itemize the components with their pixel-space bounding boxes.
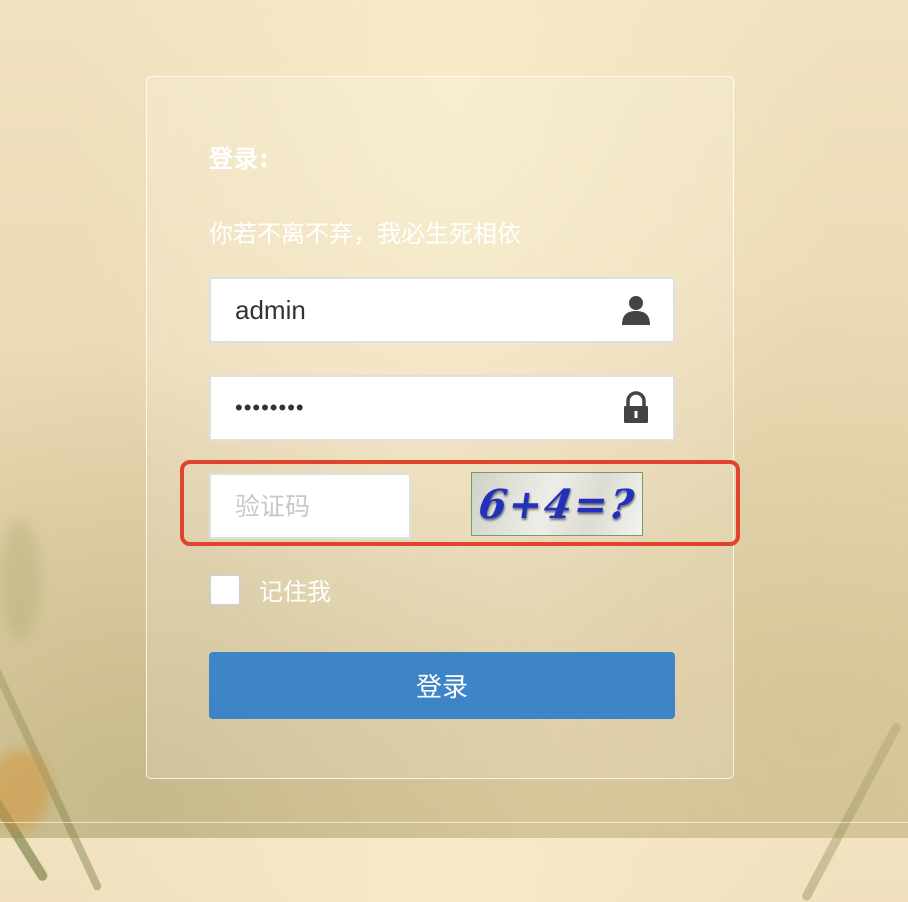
password-field[interactable] — [209, 375, 675, 441]
user-icon — [622, 296, 650, 325]
divider — [0, 822, 908, 823]
password-input[interactable] — [235, 377, 595, 439]
login-button[interactable]: 登录 — [209, 652, 675, 719]
remember-checkbox[interactable] — [209, 573, 241, 606]
username-input[interactable] — [235, 279, 595, 341]
username-field[interactable] — [209, 277, 675, 343]
remember-me[interactable]: 记住我 — [209, 572, 331, 607]
lock-icon — [624, 391, 648, 423]
grass-stem — [0, 605, 50, 883]
slogan-text: 你若不离不弃，我必生死相依 — [209, 220, 521, 248]
grass-stem — [800, 721, 903, 902]
background-blur — [0, 520, 40, 640]
remember-label: 记住我 — [259, 578, 331, 606]
captcha-highlight-box — [180, 460, 740, 546]
login-title: 登录: — [209, 145, 270, 173]
login-panel: 登录: 你若不离不弃，我必生死相依 6+4=? 记住我 登录 — [146, 76, 734, 779]
